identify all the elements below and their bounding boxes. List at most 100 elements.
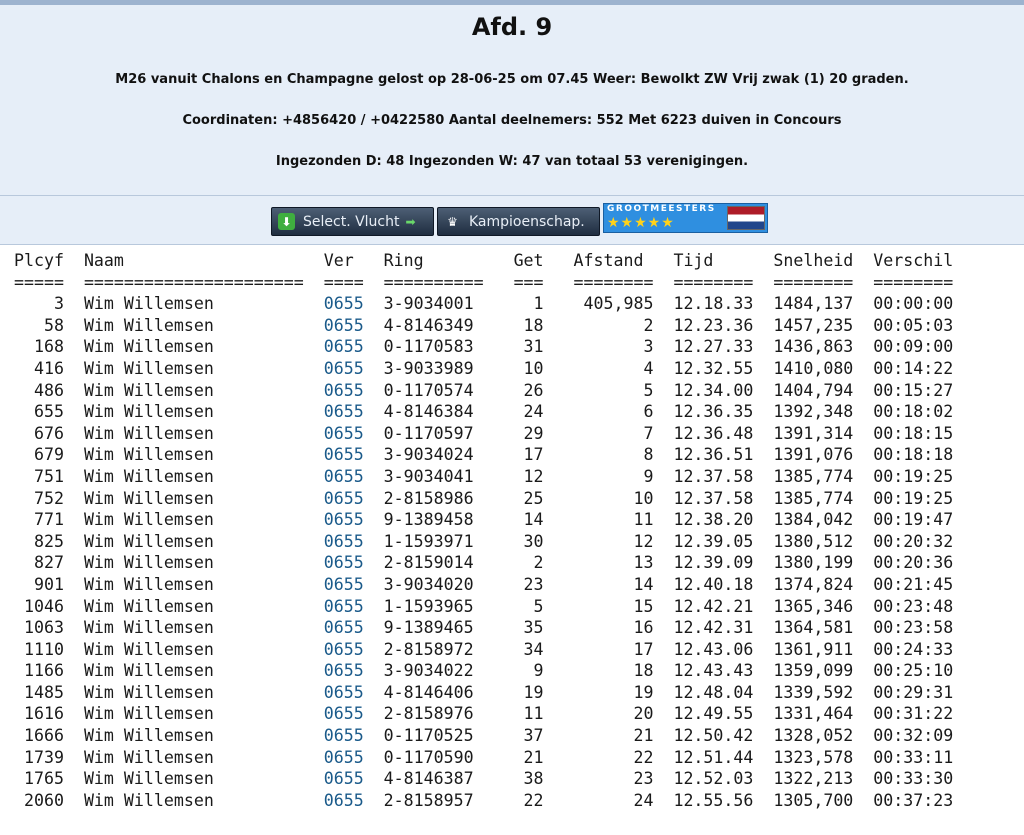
cell-get: 2 (513, 553, 544, 573)
crown-icon: ♛ (447, 214, 458, 229)
cell-ver[interactable]: 0655 (324, 532, 364, 551)
cell-get: 10 (513, 358, 544, 378)
cell-afstand: 20 (573, 704, 654, 724)
cell-ring: 2-8158986 (383, 488, 484, 508)
select-vlucht-label: Select. Vlucht (303, 213, 400, 230)
cell-plcyf: 1110 (14, 639, 64, 659)
cell-ver[interactable]: 0655 (324, 553, 364, 572)
cell-ver[interactable]: 0655 (324, 337, 364, 356)
cell-snelheid: 1305,700 (773, 790, 854, 810)
kampioenschap-button[interactable]: ♛ Kampioenschap. (437, 207, 600, 236)
cell-verschil: 00:21:45 (873, 574, 954, 594)
cell-tijd: 12.52.03 (673, 769, 754, 789)
cell-ver[interactable]: 0655 (324, 402, 364, 421)
cell-verschil: 00:19:25 (873, 488, 954, 508)
grootmeesters-banner[interactable]: GROOTMEESTERS ★★★★★ (603, 203, 768, 233)
cell-naam: Wim Willemsen (83, 488, 304, 508)
cell-ver[interactable]: 0655 (324, 640, 364, 659)
cell-ver[interactable]: 0655 (324, 726, 364, 745)
table-row: 2060 Wim Willemsen 0655 2-8158957 22 24 … (14, 791, 953, 810)
cell-afstand: 13 (573, 553, 654, 573)
table-row: 825 Wim Willemsen 0655 1-1593971 30 12 1… (14, 532, 953, 551)
column-header-ring: Ring (383, 251, 484, 270)
cell-tijd: 12.50.42 (673, 726, 754, 746)
cell-ver[interactable]: 0655 (324, 704, 364, 723)
cell-plcyf: 168 (14, 337, 64, 357)
cell-plcyf: 751 (14, 466, 64, 486)
cell-snelheid: 1364,581 (773, 618, 854, 638)
cell-get: 38 (513, 769, 544, 789)
cell-ver[interactable]: 0655 (324, 381, 364, 400)
cell-afstand: 6 (573, 402, 654, 422)
cell-ver[interactable]: 0655 (324, 467, 364, 486)
cell-verschil: 00:18:18 (873, 445, 954, 465)
cell-ver[interactable]: 0655 (324, 769, 364, 788)
table-row: 1166 Wim Willemsen 0655 3-9034022 9 18 1… (14, 661, 953, 680)
grootmeesters-label: GROOTMEESTERS (607, 204, 716, 214)
cell-tijd: 12.39.05 (673, 531, 754, 551)
cell-get: 25 (513, 488, 544, 508)
cell-plcyf: 1046 (14, 596, 64, 616)
cell-verschil: 00:32:09 (873, 726, 954, 746)
cell-ver[interactable]: 0655 (324, 316, 364, 335)
cell-afstand: 5 (573, 380, 654, 400)
cell-naam: Wim Willemsen (83, 510, 304, 530)
cell-afstand: 22 (573, 747, 654, 767)
cell-naam: Wim Willemsen (83, 466, 304, 486)
cell-ver[interactable]: 0655 (324, 618, 364, 637)
table-row: 168 Wim Willemsen 0655 0-1170583 31 3 12… (14, 337, 953, 356)
cell-ver[interactable]: 0655 (324, 489, 364, 508)
cell-afstand: 9 (573, 466, 654, 486)
table-header: Plcyf Naam Ver Ring Get Afstand Tijd Sne… (14, 251, 953, 270)
cell-tijd: 12.27.33 (673, 337, 754, 357)
cell-ver[interactable]: 0655 (324, 510, 364, 529)
cell-plcyf: 1485 (14, 682, 64, 702)
cell-afstand: 3 (573, 337, 654, 357)
cell-ring: 2-8158957 (383, 790, 484, 810)
cell-get: 14 (513, 510, 544, 530)
cell-ver[interactable]: 0655 (324, 683, 364, 702)
column-header-afstand: Afstand (573, 251, 654, 270)
cell-get: 35 (513, 618, 544, 638)
cell-snelheid: 1380,199 (773, 553, 854, 573)
cell-ver[interactable]: 0655 (324, 661, 364, 680)
cell-get: 26 (513, 380, 544, 400)
table-separator: ===== ====================== ==== ======… (14, 272, 954, 292)
column-header-verschil: Verschil (873, 251, 954, 270)
table-row: 416 Wim Willemsen 0655 3-9033989 10 4 12… (14, 359, 953, 378)
column-header-ver: Ver (323, 251, 364, 270)
cell-verschil: 00:20:32 (873, 531, 954, 551)
cell-verschil: 00:20:36 (873, 553, 954, 573)
results-table: Plcyf Naam Ver Ring Get Afstand Tijd Sne… (0, 245, 1024, 811)
table-row: 1110 Wim Willemsen 0655 2-8158972 34 17 … (14, 640, 953, 659)
cell-snelheid: 1339,592 (773, 682, 854, 702)
cell-tijd: 12.38.20 (673, 510, 754, 530)
cell-ring: 1-1593965 (383, 596, 484, 616)
cell-naam: Wim Willemsen (83, 380, 304, 400)
select-vlucht-button[interactable]: ⬇ Select. Vlucht ➡ (271, 207, 434, 236)
cell-naam: Wim Willemsen (83, 445, 304, 465)
cell-ver[interactable]: 0655 (324, 424, 364, 443)
column-header-get: Get (513, 251, 544, 270)
cell-ver[interactable]: 0655 (324, 791, 364, 810)
cell-ver[interactable]: 0655 (324, 445, 364, 464)
cell-ver[interactable]: 0655 (324, 294, 364, 313)
cell-verschil: 00:23:58 (873, 618, 954, 638)
cell-ring: 3-9034001 (383, 294, 484, 314)
race-info-line-3: Ingezonden D: 48 Ingezonden W: 47 van to… (275, 154, 749, 169)
cell-naam: Wim Willemsen (83, 769, 304, 789)
cell-snelheid: 1391,076 (773, 445, 854, 465)
cell-ver[interactable]: 0655 (324, 359, 364, 378)
cell-naam: Wim Willemsen (83, 423, 304, 443)
cell-verschil: 00:18:15 (873, 423, 954, 443)
cell-afstand: 7 (573, 423, 654, 443)
table-row: 3 Wim Willemsen 0655 3-9034001 1 405,985… (14, 294, 953, 313)
cell-ver[interactable]: 0655 (324, 597, 364, 616)
cell-get: 18 (513, 315, 544, 335)
cell-get: 21 (513, 747, 544, 767)
cell-ver[interactable]: 0655 (324, 575, 364, 594)
cell-plcyf: 679 (14, 445, 64, 465)
race-info-line-2: Coordinaten: +4856420 / +0422580 Aantal … (182, 113, 842, 128)
cell-ring: 4-8146406 (383, 682, 484, 702)
cell-ver[interactable]: 0655 (324, 748, 364, 767)
